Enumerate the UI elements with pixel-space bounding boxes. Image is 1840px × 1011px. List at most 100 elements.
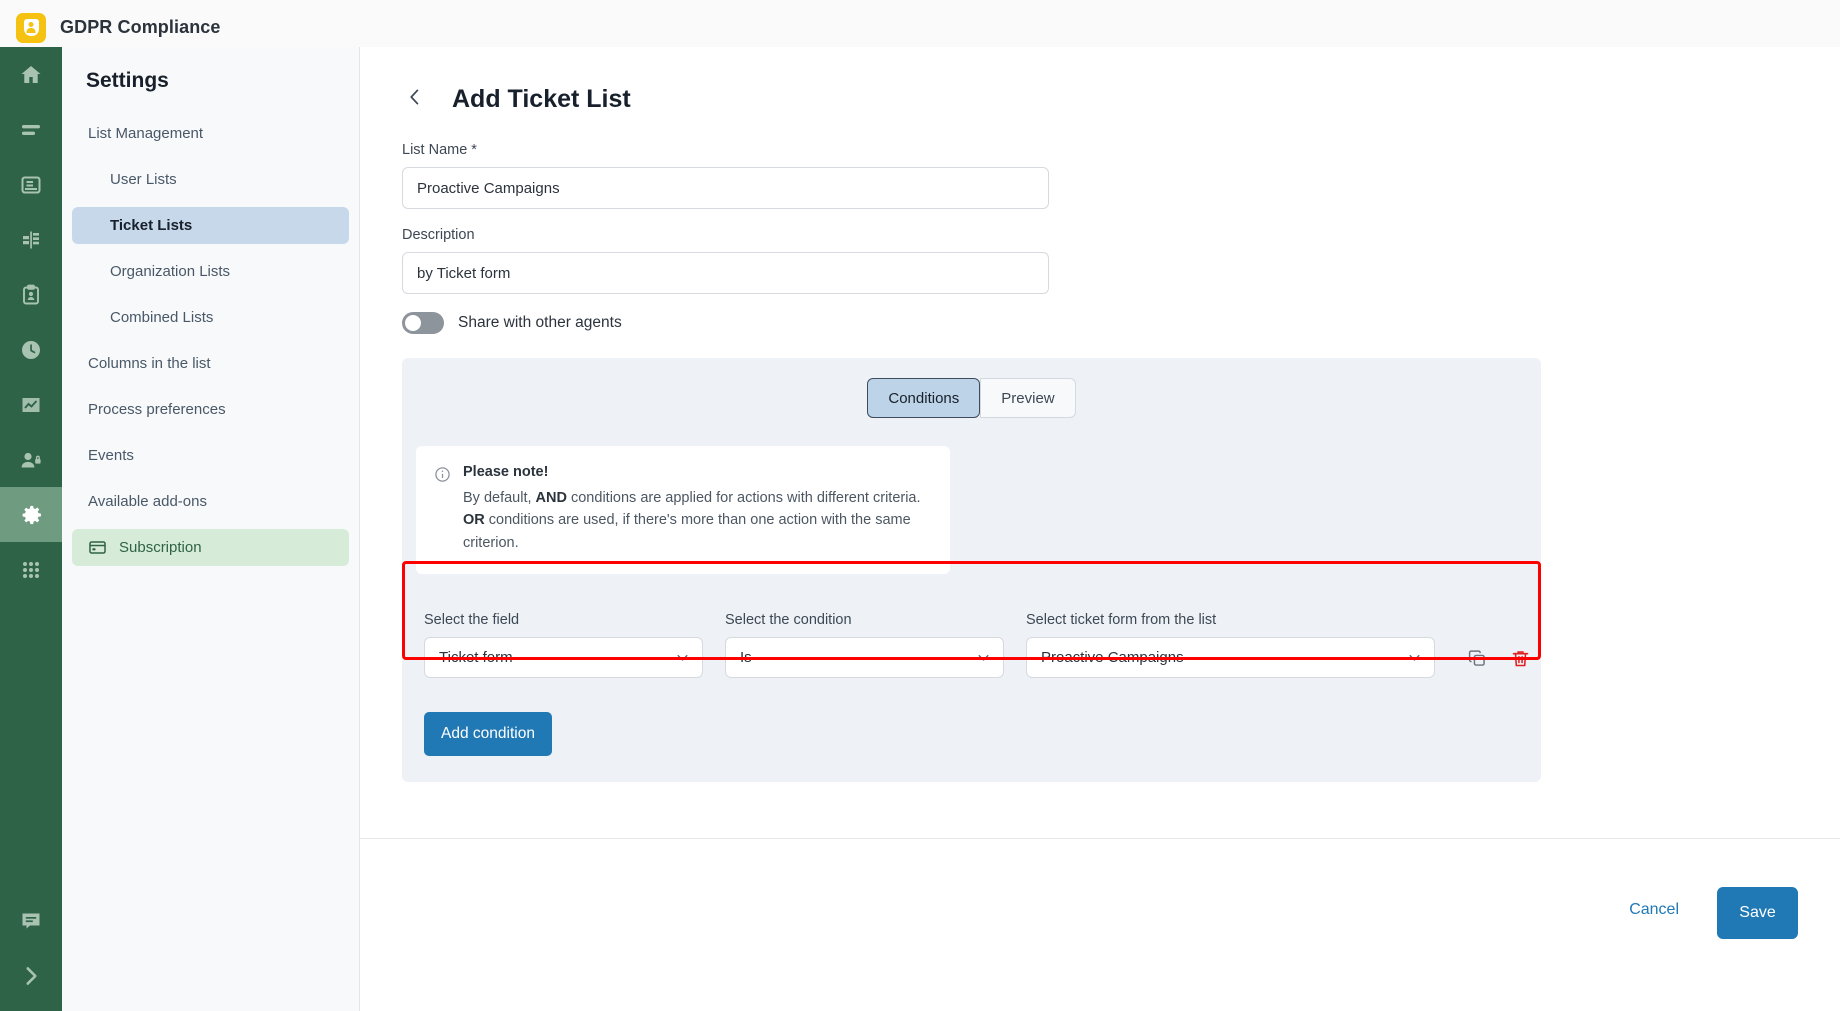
sidebar-item-label: Columns in the list <box>88 355 211 372</box>
rail-item-data-split[interactable] <box>0 212 62 267</box>
sidebar-item-available-add-ons[interactable]: Available add-ons <box>72 483 349 520</box>
sidebar-item-label: Subscription <box>119 539 202 556</box>
data-split-icon <box>19 228 43 252</box>
sidebar-item-label: Organization Lists <box>110 263 231 280</box>
note-title: Please note! <box>463 464 549 480</box>
panel-tabs: Conditions Preview <box>402 378 1541 418</box>
sidebar-item-columns-in-the-list[interactable]: Columns in the list <box>72 345 349 382</box>
select-field-value: Ticket form <box>439 649 513 667</box>
condition-value-group: Select ticket form from the list Proacti… <box>1026 612 1435 679</box>
select-field-label: Select the field <box>424 612 520 629</box>
rail-bottom-group <box>0 893 62 1003</box>
tab-conditions[interactable]: Conditions <box>867 378 981 418</box>
grid-dots-icon <box>19 558 43 582</box>
sidebar-item-process-preferences[interactable]: Process preferences <box>72 391 349 428</box>
select-field-dropdown[interactable]: Ticket form <box>424 637 703 679</box>
note-line-1-post: conditions are applied for actions with … <box>566 490 921 506</box>
share-toggle-row: Share with other agents <box>402 312 1798 334</box>
note-line-2-bold: OR <box>463 512 485 529</box>
rail-item-chat[interactable] <box>0 893 62 948</box>
save-button[interactable]: Save <box>1717 887 1798 939</box>
page-title: Add Ticket List <box>452 85 631 113</box>
footer-actions: Cancel Save <box>360 838 1840 1011</box>
sidebar-item-label: User Lists <box>110 171 177 188</box>
icon-rail <box>0 47 62 1011</box>
sidebar-item-label: Process preferences <box>88 401 226 418</box>
condition-row-actions <box>1467 648 1531 678</box>
page-header: Add Ticket List <box>402 85 1798 114</box>
sidebar-item-list-management[interactable]: List Management <box>72 115 349 152</box>
rail-item-database[interactable] <box>0 157 62 212</box>
server-database-icon <box>19 173 43 197</box>
select-condition-dropdown[interactable]: Is <box>725 637 1004 679</box>
sidebar-item-label: Available add-ons <box>88 493 207 510</box>
sidebar-item-subscription[interactable]: Subscription <box>72 529 349 566</box>
select-ticket-form-dropdown[interactable]: Proactive Campaigns <box>1026 637 1435 679</box>
sidebar-item-label: List Management <box>88 125 204 142</box>
app-root: GDPR Compliance Settings List Management… <box>0 0 1840 1011</box>
trash-icon[interactable] <box>1510 648 1531 669</box>
sidebar-item-label: Events <box>88 447 134 464</box>
rail-item-lists[interactable] <box>0 102 62 157</box>
select-condition-label: Select the condition <box>725 612 852 629</box>
description-input[interactable] <box>402 252 1049 294</box>
rail-item-settings[interactable] <box>0 487 62 542</box>
tab-label: Preview <box>1001 389 1055 407</box>
settings-sidebar: Settings List Management User Lists Tick… <box>62 47 360 1011</box>
condition-field-group: Select the field Ticket form <box>424 612 703 679</box>
sidebar-item-organization-lists[interactable]: Organization Lists <box>72 253 349 290</box>
rail-item-expand[interactable] <box>0 948 62 1003</box>
chevron-left-icon <box>405 87 425 112</box>
sidebar-item-user-lists[interactable]: User Lists <box>72 161 349 198</box>
share-toggle-label: Share with other agents <box>458 314 622 331</box>
copy-icon[interactable] <box>1467 648 1488 669</box>
sidebar-item-combined-lists[interactable]: Combined Lists <box>72 299 349 336</box>
gear-icon <box>18 502 44 528</box>
sidebar-item-events[interactable]: Events <box>72 437 349 474</box>
note-line-1-bold: AND <box>535 490 567 506</box>
conditions-panel: Conditions Preview Please note! By defau… <box>402 358 1541 783</box>
chevron-right-expand-icon <box>18 963 44 989</box>
clipboard-user-icon <box>19 283 43 307</box>
rail-item-reports[interactable] <box>0 377 62 432</box>
chat-bubble-icon <box>19 909 43 933</box>
select-ticket-form-value: Proactive Campaigns <box>1041 649 1184 667</box>
list-name-label: List Name * <box>402 142 477 158</box>
tab-preview[interactable]: Preview <box>980 378 1076 418</box>
cancel-button[interactable]: Cancel <box>1625 887 1683 933</box>
chevron-down-icon <box>976 650 991 665</box>
add-condition-button[interactable]: Add condition <box>424 712 552 757</box>
menu-lines-icon <box>19 118 43 142</box>
settings-title: Settings <box>86 69 169 92</box>
chart-line-icon <box>19 393 43 417</box>
toggle-knob <box>405 315 421 331</box>
home-icon <box>19 63 43 87</box>
rail-item-user-lock[interactable] <box>0 432 62 487</box>
credit-card-icon <box>88 538 107 557</box>
condition-operator-group: Select the condition Is <box>725 612 1004 679</box>
select-ticket-form-label: Select ticket form from the list <box>1026 612 1217 629</box>
sidebar-item-label: Combined Lists <box>110 309 214 326</box>
tab-label: Conditions <box>888 389 960 407</box>
rail-item-home[interactable] <box>0 47 62 102</box>
back-button[interactable] <box>402 87 428 113</box>
note-line-2-post: conditions are used, if there's more tha… <box>463 512 911 551</box>
rail-item-apps[interactable] <box>0 542 62 597</box>
condition-row: Select the field Ticket form Select the … <box>402 600 1541 690</box>
rail-item-clipboard[interactable] <box>0 267 62 322</box>
select-condition-value: Is <box>740 649 752 667</box>
rail-item-clock[interactable] <box>0 322 62 377</box>
sidebar-item-ticket-lists[interactable]: Ticket Lists <box>72 207 349 244</box>
sidebar-item-label: Ticket Lists <box>110 217 193 234</box>
share-with-other-agents-toggle[interactable] <box>402 312 444 334</box>
gdpr-shield-logo-icon <box>16 12 46 43</box>
chevron-down-icon <box>1407 650 1422 665</box>
chevron-down-icon <box>675 650 690 665</box>
please-note-box: Please note! By default, AND conditions … <box>416 446 950 575</box>
user-lock-icon <box>19 448 43 472</box>
clock-icon <box>19 338 43 362</box>
note-line-2: OR conditions are used, if there's more … <box>463 509 930 554</box>
note-line-1: By default, AND conditions are applied f… <box>463 487 930 509</box>
info-circle-icon <box>434 466 451 554</box>
list-name-input[interactable] <box>402 167 1049 209</box>
